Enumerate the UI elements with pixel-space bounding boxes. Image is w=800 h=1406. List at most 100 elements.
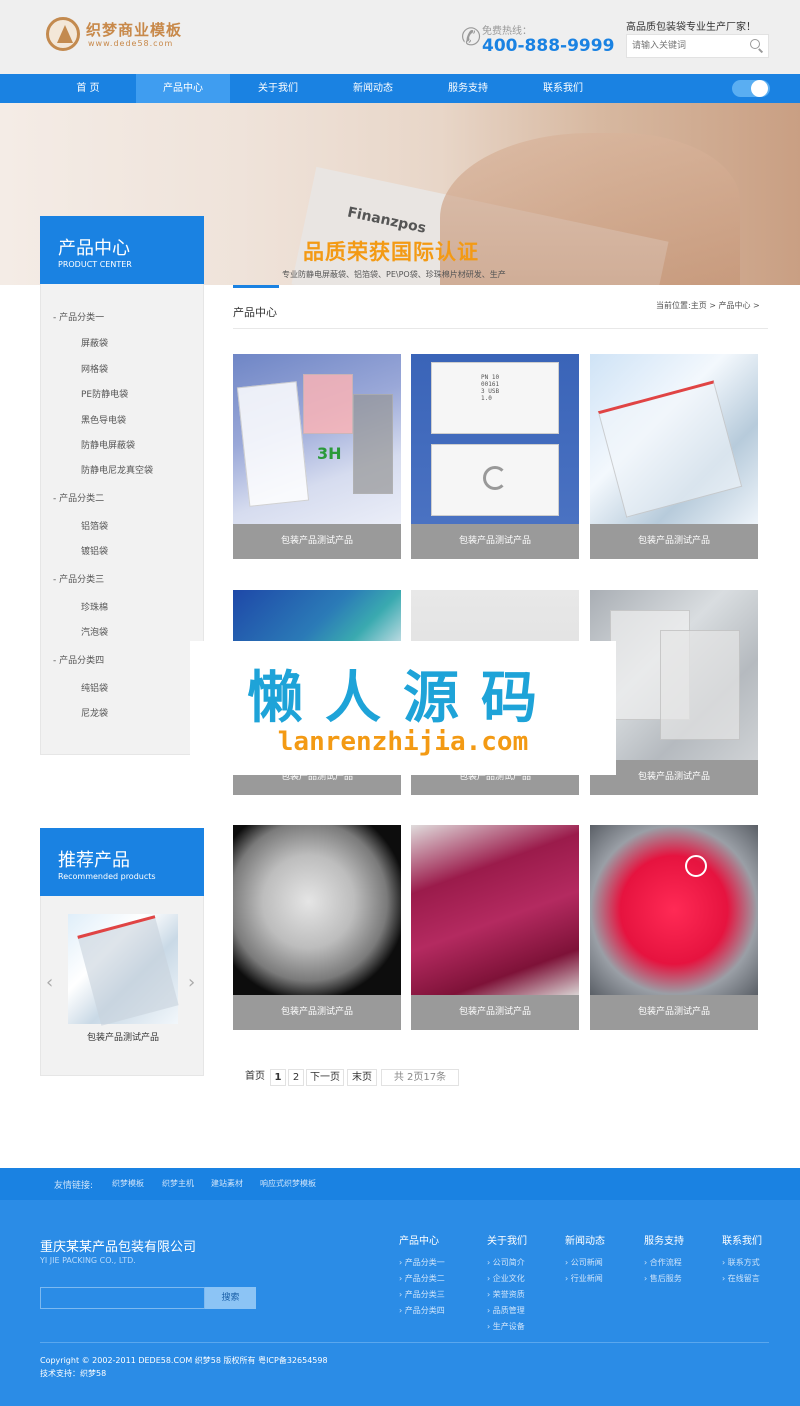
nav-service[interactable]: 服务支持 — [421, 74, 515, 103]
product-image[interactable] — [411, 825, 579, 995]
chevron-left-icon[interactable]: ‹ — [46, 972, 53, 993]
sidebar-subtitle: PRODUCT CENTER — [58, 260, 132, 269]
category-item[interactable]: 屏蔽袋 — [81, 336, 108, 349]
footer-col-title[interactable]: 新闻动态 — [565, 1232, 605, 1247]
product-caption[interactable]: 包装产品测试产品 — [590, 995, 758, 1030]
footer-link[interactable]: › 合作流程 — [644, 1257, 682, 1268]
page-first[interactable]: 首页 — [242, 1069, 268, 1086]
footer-link[interactable]: › 企业文化 — [487, 1273, 525, 1284]
product-image[interactable]: PN 10001613 USB 1.0 — [411, 354, 579, 524]
category-item[interactable]: 镀铝袋 — [81, 544, 108, 557]
product-caption[interactable]: 包装产品测试产品 — [233, 995, 401, 1030]
footer-link[interactable]: › 产品分类一 — [399, 1257, 445, 1268]
category-item[interactable]: 珍珠棉 — [81, 600, 108, 613]
product-caption[interactable]: 包装产品测试产品 — [590, 524, 758, 559]
footer-col-title[interactable]: 产品中心 — [399, 1232, 439, 1247]
product-caption[interactable]: 包装产品测试产品 — [233, 524, 401, 559]
breadcrumb[interactable]: 当前位置:主页 > 产品中心 > — [656, 300, 760, 311]
footer-link[interactable]: › 售后服务 — [644, 1273, 682, 1284]
nav-toggle[interactable] — [732, 80, 770, 97]
recommend-product-caption[interactable]: 包装产品测试产品 — [41, 1030, 205, 1043]
page-1[interactable]: 1 — [270, 1069, 286, 1086]
footer-link[interactable]: › 联系方式 — [722, 1257, 760, 1268]
product-card[interactable]: PN 10001613 USB 1.0 包装产品测试产品 — [411, 354, 579, 559]
header-tagline: 高品质包装袋专业生产厂家！ — [626, 22, 756, 33]
banner-title: 品质荣获国际认证 — [303, 240, 479, 264]
header-search — [626, 34, 769, 58]
footer-link[interactable]: › 产品分类二 — [399, 1273, 445, 1284]
category-item[interactable]: 防静电尼龙真空袋 — [81, 463, 153, 476]
category-title-1[interactable]: - 产品分类一 — [53, 310, 104, 323]
category-item[interactable]: PE防静电袋 — [81, 387, 128, 400]
footer-link[interactable]: › 品质管理 — [487, 1305, 525, 1316]
category-item[interactable]: 铝箔袋 — [81, 519, 108, 532]
footer-tech-support: 技术支持：织梦58 — [40, 1369, 107, 1378]
footer-col-title[interactable]: 联系我们 — [722, 1232, 762, 1247]
category-title-4[interactable]: - 产品分类四 — [53, 653, 104, 666]
phone-icon: ✆ — [461, 23, 482, 51]
friend-links-bar: 友情链接: 织梦模板 织梦主机 建站素材 响应式织梦模板 — [0, 1168, 800, 1200]
footer-col-title[interactable]: 关于我们 — [487, 1232, 527, 1247]
logo-text: 织梦商业模板 — [86, 21, 183, 39]
footer-link[interactable]: › 生产设备 — [487, 1321, 525, 1332]
hotline-label: 免费热线： — [482, 26, 532, 37]
category-title-2[interactable]: - 产品分类二 — [53, 491, 104, 504]
product-code-text: PN 10001613 USB 1.0 — [481, 374, 500, 402]
page-last[interactable]: 末页 — [347, 1069, 377, 1086]
footer-search-button[interactable]: 搜索 — [205, 1287, 256, 1309]
section-accent-line — [233, 285, 279, 288]
footer-link[interactable]: › 产品分类三 — [399, 1289, 445, 1300]
product-image[interactable] — [233, 825, 401, 995]
page-next[interactable]: 下一页 — [306, 1069, 344, 1086]
product-card[interactable]: 3H 包装产品测试产品 — [233, 354, 401, 559]
watermark-url: lanrenzhijia.com — [277, 727, 529, 757]
footer-company-en: YI JIE PACKING CO., LTD. — [40, 1256, 136, 1265]
footer-link[interactable]: › 公司新闻 — [565, 1257, 603, 1268]
category-item[interactable]: 网格袋 — [81, 362, 108, 375]
friend-link[interactable]: 织梦主机 — [162, 1178, 194, 1189]
footer-search-input[interactable] — [40, 1287, 205, 1309]
friend-link[interactable]: 织梦模板 — [112, 1178, 144, 1189]
search-input[interactable] — [627, 35, 745, 57]
footer-link[interactable]: › 荣誉资质 — [487, 1289, 525, 1300]
product-tag-text: 3H — [317, 444, 342, 463]
product-image[interactable] — [590, 825, 758, 995]
category-title-3[interactable]: - 产品分类三 — [53, 572, 104, 585]
search-icon[interactable] — [750, 39, 764, 53]
category-item[interactable]: 尼龙袋 — [81, 706, 108, 719]
category-item[interactable]: 黑色导电袋 — [81, 413, 126, 426]
recommend-title: 推荐产品 — [58, 850, 130, 871]
footer-link[interactable]: › 行业新闻 — [565, 1273, 603, 1284]
nav-products[interactable]: 产品中心 — [136, 74, 230, 103]
product-card[interactable]: 包装产品测试产品 — [590, 354, 758, 559]
category-panel: - 产品分类一 屏蔽袋 网格袋 PE防静电袋 黑色导电袋 防静电屏蔽袋 防静电尼… — [40, 284, 204, 755]
logo-subtext: www.dede58.com — [88, 39, 174, 48]
nav-home[interactable]: 首 页 — [41, 74, 135, 103]
footer-col-title[interactable]: 服务支持 — [644, 1232, 684, 1247]
footer-divider — [40, 1342, 769, 1343]
product-caption[interactable]: 包装产品测试产品 — [411, 995, 579, 1030]
friend-link[interactable]: 响应式织梦模板 — [260, 1178, 316, 1189]
category-item[interactable]: 纯铝袋 — [81, 681, 108, 694]
product-card[interactable]: 包装产品测试产品 — [411, 825, 579, 1030]
recommend-product-image[interactable] — [68, 914, 178, 1024]
footer-link[interactable]: › 公司简介 — [487, 1257, 525, 1268]
product-image[interactable] — [590, 354, 758, 524]
product-image[interactable]: 3H — [233, 354, 401, 524]
page-2[interactable]: 2 — [288, 1069, 304, 1086]
product-caption[interactable]: 包装产品测试产品 — [411, 524, 579, 559]
watermark: 懒人源码 lanrenzhijia.com — [190, 641, 616, 775]
footer-link[interactable]: › 产品分类四 — [399, 1305, 445, 1316]
main-nav: 首 页 产品中心 关于我们 新闻动态 服务支持 联系我们 — [0, 74, 800, 103]
footer-link[interactable]: › 在线留言 — [722, 1273, 760, 1284]
product-card[interactable]: 包装产品测试产品 — [233, 825, 401, 1030]
category-item[interactable]: 防静电屏蔽袋 — [81, 438, 135, 451]
friend-link[interactable]: 建站素材 — [211, 1178, 243, 1189]
nav-about[interactable]: 关于我们 — [231, 74, 325, 103]
category-item[interactable]: 汽泡袋 — [81, 625, 108, 638]
chevron-right-icon[interactable]: › — [188, 972, 195, 993]
product-card[interactable]: 包装产品测试产品 — [590, 825, 758, 1030]
site-logo[interactable]: 织梦商业模板 www.dede58.com — [46, 17, 196, 57]
nav-news[interactable]: 新闻动态 — [326, 74, 420, 103]
nav-contact[interactable]: 联系我们 — [516, 74, 610, 103]
